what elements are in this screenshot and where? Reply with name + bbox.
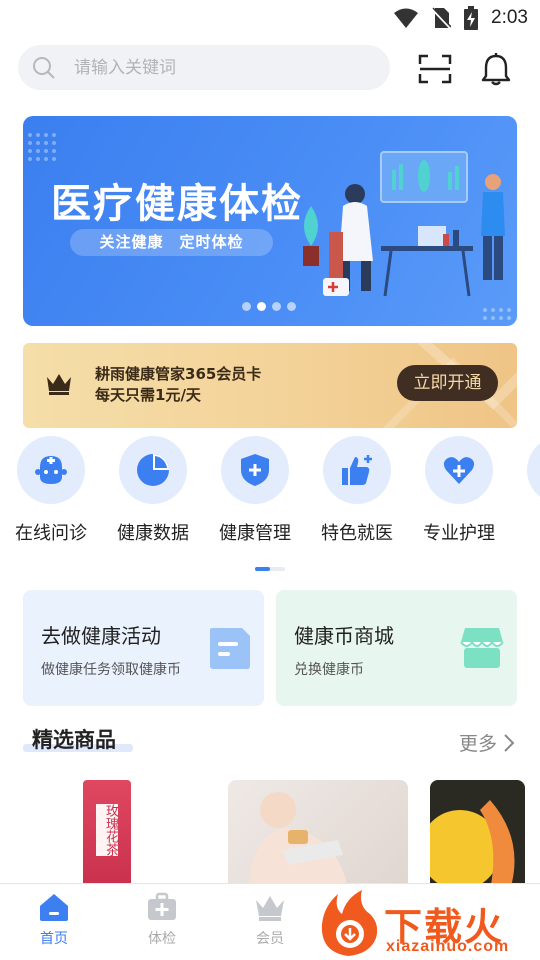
nav-label: 会员 [256,931,284,947]
health-activity-card[interactable]: 去做健康活动 做健康任务领取健康币 [23,590,264,706]
crown-icon [47,374,71,395]
task-card-icon [210,628,250,669]
carousel-dot[interactable] [242,302,251,311]
doctor-icon [35,456,67,484]
promo-banner[interactable]: 医疗健康体检 关注健康 定时体检 [23,116,517,326]
watermark-url: xiazaihuo.com [386,938,510,955]
carousel-dot[interactable] [287,302,296,311]
home-icon [40,894,68,921]
membership-card[interactable]: 耕雨健康管家365会员卡 每天只需1元/天 立即开通 [23,343,517,428]
chevron-right-icon [504,733,515,752]
health-coin-store-card[interactable]: 健康币商城 兑换健康币 [276,590,517,706]
section-title: 精选商品 [32,728,116,752]
member-card-price: 每天只需1元/天 [95,386,201,404]
nav-label: 体检 [148,931,176,947]
open-membership-button[interactable]: 立即开通 [397,365,498,401]
heart-plus-icon [443,457,475,484]
service-label: 健康数据 [117,523,189,544]
service-label: 商 [516,519,540,545]
carousel-dots[interactable] [242,302,296,311]
service-item-health-data[interactable]: 健康数据 [108,436,198,545]
product-card-beauty-device[interactable] [228,780,408,883]
banner-title: 医疗健康体检 [51,180,303,227]
watermark-logo: 下载火 xiazaihuo.com [318,888,540,960]
service-label: 特色就医 [321,523,393,544]
tea-jar-label: 玫瑰花茶 [96,804,118,856]
bell-icon[interactable] [480,52,512,86]
service-item-shop[interactable]: 商 [516,436,540,545]
no-sim-icon [431,7,452,29]
medical-kit-icon [148,892,176,920]
service-item-professional-nursing[interactable]: 专业护理 [414,436,504,545]
more-label: 更多 [458,733,497,755]
rose-tea-product-image: 玫瑰花茶 [83,780,131,883]
services-page-indicator [255,567,285,571]
banner-subtitle: 关注健康 定时体检 [70,229,273,256]
store-card-subtitle: 兑换健康币 [294,662,364,678]
search-bar[interactable] [18,45,390,90]
nav-label: 首页 [40,931,68,947]
service-label: 在线问诊 [15,523,87,544]
battery-charging-icon [464,6,479,30]
scan-icon[interactable] [418,54,452,84]
activity-card-subtitle: 做健康任务领取健康币 [41,662,181,678]
product-card-rose-tea[interactable]: 玫瑰花茶 [25,780,205,883]
nav-tab-checkup[interactable]: 体检 [127,892,197,948]
selected-goods-header: 精选商品 更多 [23,724,517,758]
service-grid: 在线问诊 健康数据 健康管理 特色就医 专业护理 [0,436,540,546]
thumbs-up-icon [342,455,372,485]
product-list: 玫瑰花茶 [0,780,540,883]
dot-pattern-decoration [28,133,56,161]
store-icon [460,628,504,668]
clinic-illustration [303,151,505,297]
pie-chart-icon [137,454,169,486]
activity-card-title: 去做健康活动 [41,624,161,648]
service-item-online-consult[interactable]: 在线问诊 [6,436,96,545]
wifi-icon [394,8,419,28]
service-label: 健康管理 [219,523,291,544]
member-card-title: 耕雨健康管家365会员卡 [95,365,262,383]
nav-tab-home[interactable]: 首页 [19,892,89,948]
service-item-special-care[interactable]: 特色就医 [312,436,402,545]
shield-plus-icon [241,454,269,486]
service-label: 专业护理 [423,523,495,544]
dot-pattern-decoration [483,308,511,320]
service-item-health-management[interactable]: 健康管理 [210,436,300,545]
melon-product-image [430,800,515,883]
carousel-dot-active[interactable] [257,302,266,311]
product-card-melon[interactable] [430,780,525,883]
status-bar: 2:03 [0,0,540,36]
more-link[interactable]: 更多 [459,729,515,756]
search-icon [33,57,55,79]
search-input[interactable] [74,45,374,90]
flame-logo-icon [321,890,378,956]
crown-icon [256,896,284,921]
carousel-dot[interactable] [272,302,281,311]
store-card-title: 健康币商城 [294,624,394,648]
nav-tab-membership[interactable]: 会员 [235,892,305,948]
clock: 2:03 [491,7,528,28]
beauty-device-product-image [248,792,347,883]
